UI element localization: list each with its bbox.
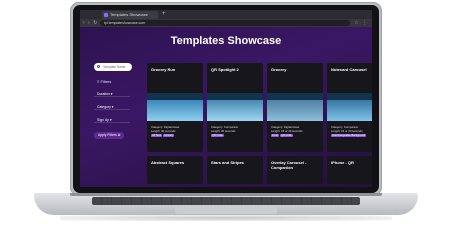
card-tag: Food	[271, 134, 279, 137]
thumbnail-band	[327, 93, 372, 100]
card-tag: Interchangeable Background	[331, 134, 367, 137]
template-card[interactable]: QR Spotlight 2 Category: Companion Lengt…	[207, 63, 263, 152]
template-card[interactable]: Grocery Run Category: Digital Asset Leng…	[147, 63, 203, 152]
card-tag: Grocery	[163, 134, 175, 137]
filters-label: Filters	[100, 79, 112, 84]
search-placeholder: Template Name	[103, 65, 126, 69]
browser-tab-bar: Templates Showcase × +	[80, 10, 372, 26]
apply-filters-label: Apply Filters	[98, 133, 117, 137]
card-title: Grocery Run	[151, 67, 176, 72]
card-length: Length: 30 seconds	[211, 129, 236, 133]
filter-category[interactable]: Category ▾	[94, 104, 130, 110]
search-input[interactable]: Template Name	[94, 63, 132, 71]
card-thumbnail	[207, 93, 263, 121]
card-title: Notecard Carousel	[331, 67, 367, 72]
card-thumbnail	[147, 93, 203, 121]
template-card[interactable]: Grocery Category: Digital Asset Length: …	[267, 63, 323, 152]
card-meta: Category: Companion Length: 15 or 30 sec…	[331, 125, 372, 137]
filter-duration-label: Duration	[97, 92, 110, 96]
card-meta: Category: Companion Length: 30 seconds Q…	[211, 125, 261, 137]
card-meta: Category: Digital Asset Length: 30 secon…	[151, 125, 201, 137]
page-title: Templates Showcase	[170, 35, 282, 47]
card-title: Overlay Carousel - Companion	[271, 160, 307, 170]
laptop-shadow	[60, 215, 392, 221]
card-title: Abstract Squares	[151, 160, 185, 165]
card-length: Length: 30 seconds	[151, 129, 176, 133]
apply-filters-button[interactable]: Apply Filters ⊗	[94, 132, 125, 139]
thumbnail-band	[267, 93, 323, 100]
browser-menu-icon[interactable]: ☆ ⋮	[354, 19, 368, 27]
card-title: iPhone - QR	[331, 160, 354, 165]
card-thumbnail	[267, 93, 323, 121]
card-tag: QR Code	[211, 134, 224, 137]
laptop-trackpad	[175, 207, 277, 214]
templates-grid: Grocery Run Category: Digital Asset Leng…	[147, 63, 372, 184]
laptop-screen: Templates Showcase × + ‹ › ↻ tpl.templat…	[80, 10, 372, 187]
laptop-keyboard	[92, 197, 360, 205]
thumbnail-band	[207, 93, 263, 100]
address-bar[interactable]: tpl.templateshowcase.com	[100, 20, 350, 26]
tab-templates-showcase[interactable]: Templates Showcase ×	[102, 11, 158, 19]
filter-duration[interactable]: Duration ▾	[94, 91, 130, 97]
card-length: Length: 15 or 30 seconds	[331, 129, 363, 133]
card-meta: Category: Digital Asset Length: 15 or 30…	[271, 125, 321, 137]
browser-toolbar: ‹ › ↻ tpl.templateshowcase.com ☆ ⋮	[80, 19, 372, 27]
card-title: QR Spotlight 2	[211, 67, 239, 72]
laptop-hinge	[70, 193, 382, 196]
template-card[interactable]: Stars and Stripes	[207, 156, 263, 184]
template-card[interactable]: Notecard Carousel Category: Companion Le…	[327, 63, 372, 152]
filter-sign-up[interactable]: Sign Up ▾	[94, 117, 130, 123]
filter-sidebar: Template Name ≡ Filters Duration ▾ Categ…	[94, 63, 134, 141]
tab-title: Templates Showcase	[110, 12, 148, 17]
card-title: Grocery	[271, 67, 287, 72]
search-icon	[97, 65, 100, 68]
template-card[interactable]: Abstract Squares	[147, 156, 203, 184]
template-card[interactable]: Overlay Carousel - Companion	[267, 156, 323, 184]
card-thumbnail	[327, 93, 372, 121]
templates-page: Templates Showcase Template Name ≡ Filte…	[80, 27, 372, 187]
filters-heading: ≡ Filters	[97, 79, 112, 84]
template-card[interactable]: iPhone - QR	[327, 156, 372, 184]
card-tag: QR Code	[279, 134, 293, 137]
card-tag: All Time	[151, 134, 163, 137]
thumbnail-band	[147, 93, 203, 100]
filter-sign-up-label: Sign Up	[97, 118, 110, 122]
new-tab-icon[interactable]: +	[162, 10, 166, 19]
filter-category-label: Category	[97, 105, 111, 109]
card-title: Stars and Stripes	[211, 160, 244, 165]
favicon-icon	[104, 13, 108, 17]
card-length: Length: 15 or 30 seconds	[271, 129, 303, 133]
navigation-icons[interactable]: ‹ › ↻	[83, 19, 98, 27]
